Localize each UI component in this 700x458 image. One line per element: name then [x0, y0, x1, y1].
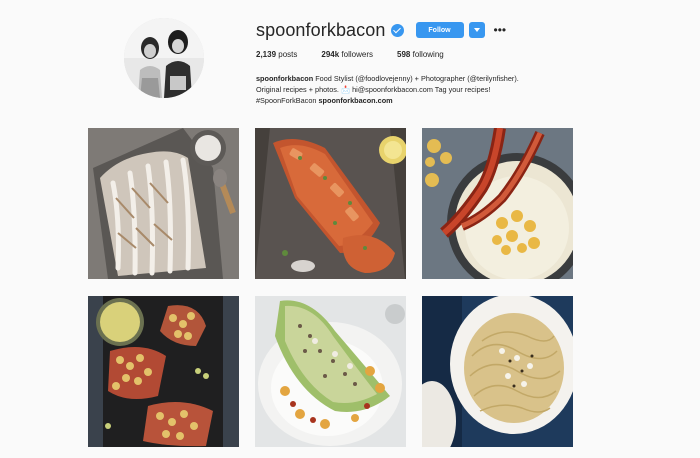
post-thumbnail[interactable] [422, 128, 573, 279]
posts-grid [88, 128, 573, 448]
avatar-photo [124, 18, 204, 98]
posts-count-label: posts [278, 50, 298, 59]
profile-bio: spoonforkbacon Food Stylist (@foodloveje… [256, 73, 586, 106]
bio-text-2: Original recipes + photos. 📩 hi@spoonfor… [256, 85, 491, 94]
profile-username: spoonforkbacon [256, 19, 386, 40]
follow-button[interactable]: Follow [415, 22, 464, 38]
suggestions-dropdown-button[interactable] [468, 22, 485, 38]
verified-badge-icon [390, 23, 404, 37]
following-count-value: 598 [397, 50, 411, 59]
bio-line-1: spoonforkbacon Food Stylist (@foodloveje… [256, 73, 586, 84]
more-options-icon[interactable]: ••• [494, 24, 507, 36]
post-thumbnail[interactable] [255, 296, 406, 447]
bio-hashtag[interactable]: #SpoonForkBacon [256, 96, 316, 105]
profile-avatar[interactable] [124, 18, 204, 98]
post-image [422, 128, 573, 279]
chevron-down-icon [473, 28, 480, 32]
post-image [255, 128, 406, 279]
post-thumbnail[interactable] [422, 296, 573, 447]
bio-text-1: Food Stylist (@foodlovejenny) + Photogra… [315, 74, 519, 83]
profile-stats: 2,139 posts 294k followers 598 following [256, 50, 468, 59]
followers-count[interactable]: 294k followers [321, 50, 373, 59]
post-image [255, 296, 406, 447]
post-image [88, 296, 239, 447]
post-image [88, 128, 239, 279]
following-count-label: following [412, 50, 444, 59]
bio-line-3: #SpoonForkBacon spoonforkbacon.com [256, 95, 586, 106]
post-thumbnail[interactable] [88, 128, 239, 279]
profile-header: spoonforkbacon Follow ••• [256, 19, 506, 41]
bio-name: spoonforkbacon [256, 74, 314, 83]
post-thumbnail[interactable] [255, 128, 406, 279]
posts-count: 2,139 posts [256, 50, 297, 59]
following-count[interactable]: 598 following [397, 50, 444, 59]
post-thumbnail[interactable] [88, 296, 239, 447]
followers-count-value: 294k [321, 50, 340, 59]
posts-count-value: 2,139 [256, 50, 277, 59]
bio-website-link[interactable]: spoonforkbacon.com [318, 96, 392, 105]
followers-count-label: followers [341, 50, 373, 59]
post-image [422, 296, 573, 447]
